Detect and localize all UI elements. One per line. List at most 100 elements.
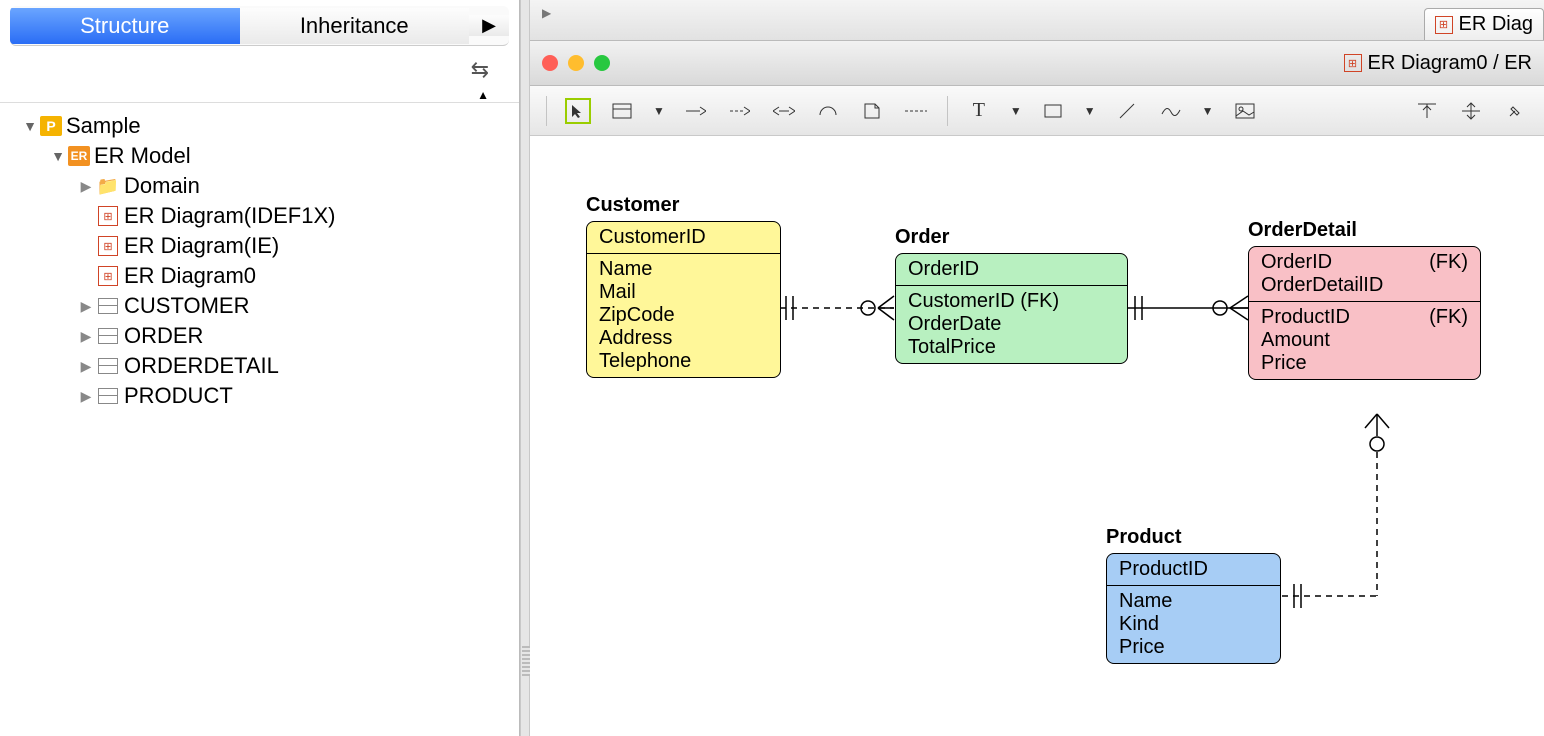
tree-diagram-ie[interactable]: ⊞ ER Diagram(IE): [20, 231, 509, 261]
entity-customer[interactable]: Customer CustomerID Name Mail ZipCode Ad…: [586, 194, 781, 378]
tree-root[interactable]: ▼ P Sample: [20, 111, 509, 141]
tree-table-customer[interactable]: ▶ CUSTOMER: [20, 291, 509, 321]
tab-inheritance[interactable]: Inheritance: [240, 8, 470, 44]
editor-tab-er-diagram[interactable]: ⊞ ER Diag: [1424, 8, 1544, 40]
image-tool[interactable]: [1232, 98, 1258, 124]
er-diagram-icon: ⊞: [98, 266, 118, 286]
entity-attr: Price: [1119, 636, 1268, 659]
tree-er-model[interactable]: ▼ ER ER Model: [20, 141, 509, 171]
tree-label: ORDERDETAIL: [124, 353, 279, 379]
entity-attr: Address: [599, 327, 768, 350]
editor-tab-bar: ▶ ⊞ ER Diag: [530, 0, 1544, 40]
text-tool[interactable]: T: [966, 98, 992, 124]
project-tree[interactable]: ▼ P Sample ▼ ER ER Model ▶ 📁 Domain ⊞ ER…: [0, 102, 519, 736]
er-diagram-icon: ⊞: [98, 236, 118, 256]
rect-tool[interactable]: [1040, 98, 1066, 124]
main-area: ▶ ⊞ ER Diag ⊞ ER Diagram0 / ER ▼: [530, 0, 1544, 736]
disclosure-icon[interactable]: ▼: [20, 118, 40, 134]
nonidentifying-rel-tool[interactable]: [727, 98, 753, 124]
table-icon: [98, 388, 118, 404]
entity-pk: CustomerID: [587, 222, 780, 253]
tree-label: Domain: [124, 173, 200, 199]
tree-table-orderdetail[interactable]: ▶ ORDERDETAIL: [20, 351, 509, 381]
disclosure-icon[interactable]: ▶: [76, 328, 96, 345]
er-model-icon: ER: [68, 146, 90, 166]
sidebar-tabs: Structure Inheritance ▶: [10, 6, 509, 46]
close-window-button[interactable]: [542, 55, 558, 71]
line-tool[interactable]: [1114, 98, 1140, 124]
tree-label: ER Diagram(IE): [124, 233, 279, 259]
entity-orderdetail[interactable]: OrderDetail OrderID (FK) OrderDetailID Pr…: [1248, 219, 1481, 380]
folder-icon: 📁: [96, 175, 120, 197]
disclosure-icon[interactable]: ▼: [48, 148, 68, 164]
tree-diagram-idef1x[interactable]: ⊞ ER Diagram(IDEF1X): [20, 201, 509, 231]
pin-tool[interactable]: [1502, 98, 1528, 124]
tree-label: ER Model: [94, 143, 191, 169]
minimize-window-button[interactable]: [568, 55, 584, 71]
entity-attr: Amount: [1261, 329, 1468, 352]
dash-line-tool[interactable]: [903, 98, 929, 124]
select-tool[interactable]: [565, 98, 591, 124]
entity-pk: OrderDetailID: [1261, 274, 1468, 297]
tree-label: PRODUCT: [124, 383, 233, 409]
tree-domain[interactable]: ▶ 📁 Domain: [20, 171, 509, 201]
diagram-toolbar: ▼ T ▼ ▼ ▼: [530, 86, 1544, 136]
swap-icon[interactable]: ⇆: [471, 57, 489, 83]
tab-more[interactable]: ▶: [469, 15, 509, 36]
entity-product[interactable]: Product ProductID Name Kind Price: [1106, 526, 1281, 664]
entity-attr: TotalPrice: [908, 336, 1115, 359]
er-diagram-icon: ⊞: [1344, 54, 1362, 72]
tree-table-order[interactable]: ▶ ORDER: [20, 321, 509, 351]
expand-icon[interactable]: ▶: [542, 6, 551, 20]
sidebar-toolbar: ⇆: [0, 46, 519, 94]
entity-pk: OrderID: [1261, 251, 1332, 274]
entity-attr: OrderDate: [908, 313, 1115, 336]
disclosure-icon[interactable]: ▶: [76, 298, 96, 315]
fk-marker: (FK): [1429, 306, 1468, 329]
tree-diagram0[interactable]: ⊞ ER Diagram0: [20, 261, 509, 291]
entity-title: OrderDetail: [1248, 219, 1481, 242]
disclosure-icon[interactable]: ▶: [76, 178, 96, 195]
entity-pk: OrderID: [896, 254, 1127, 285]
tab-structure[interactable]: Structure: [10, 8, 240, 44]
tree-label: Sample: [66, 113, 141, 139]
entity-attr: Kind: [1119, 613, 1268, 636]
table-icon: [98, 358, 118, 374]
entity-title: Order: [895, 226, 1128, 249]
entity-order[interactable]: Order OrderID CustomerID (FK) OrderDate …: [895, 226, 1128, 364]
tree-label: ER Diagram(IDEF1X): [124, 203, 335, 229]
zoom-window-button[interactable]: [594, 55, 610, 71]
entity-tool-dropdown[interactable]: ▼: [653, 104, 665, 118]
traffic-lights: [542, 55, 610, 71]
entity-attr: Telephone: [599, 350, 768, 373]
project-icon: P: [40, 116, 62, 136]
entity-attr: Name: [599, 258, 768, 281]
entity-tool[interactable]: [609, 98, 635, 124]
freehand-tool[interactable]: [1158, 98, 1184, 124]
freehand-tool-dropdown[interactable]: ▼: [1202, 104, 1214, 118]
rect-tool-dropdown[interactable]: ▼: [1084, 104, 1096, 118]
identifying-rel-tool[interactable]: [683, 98, 709, 124]
collapse-icon[interactable]: ▲: [477, 88, 489, 102]
entity-pk: ProductID: [1107, 554, 1280, 585]
many-to-many-tool[interactable]: [771, 98, 797, 124]
entity-attr: ZipCode: [599, 304, 768, 327]
tree-table-product[interactable]: ▶ PRODUCT: [20, 381, 509, 411]
text-tool-dropdown[interactable]: ▼: [1010, 104, 1022, 118]
align-top-tool[interactable]: [1414, 98, 1440, 124]
disclosure-icon[interactable]: ▶: [76, 388, 96, 405]
window-title-text: ER Diagram0 / ER: [1368, 52, 1533, 75]
entity-attr: ProductID: [1261, 306, 1350, 329]
entity-attr: Price: [1261, 352, 1468, 375]
er-diagram-icon: ⊞: [98, 206, 118, 226]
note-tool[interactable]: [859, 98, 885, 124]
vertical-splitter[interactable]: [520, 0, 530, 736]
subtype-tool[interactable]: [815, 98, 841, 124]
entity-title: Customer: [586, 194, 781, 217]
entity-title: Product: [1106, 526, 1281, 549]
table-icon: [98, 298, 118, 314]
diagram-canvas[interactable]: Customer CustomerID Name Mail ZipCode Ad…: [530, 136, 1544, 736]
align-middle-tool[interactable]: [1458, 98, 1484, 124]
sidebar: Structure Inheritance ▶ ⇆ ▲ ▼ P Sample ▼…: [0, 0, 520, 736]
disclosure-icon[interactable]: ▶: [76, 358, 96, 375]
